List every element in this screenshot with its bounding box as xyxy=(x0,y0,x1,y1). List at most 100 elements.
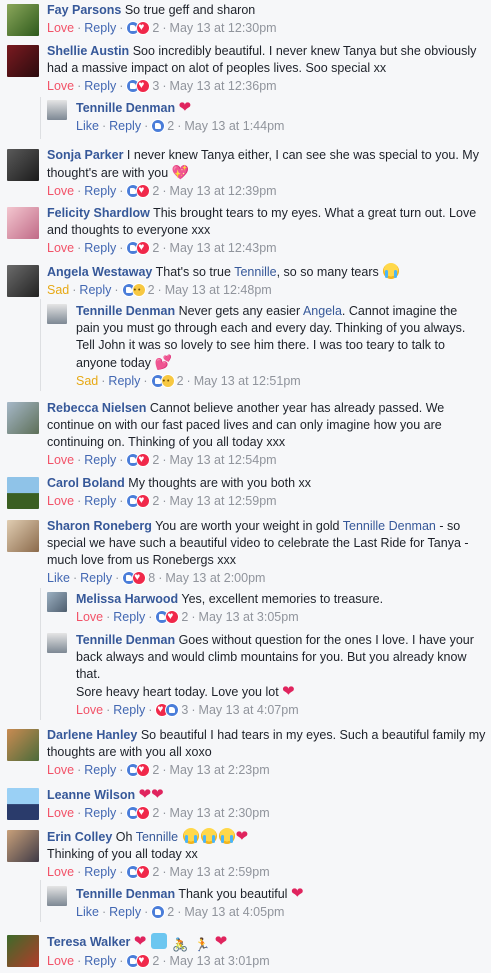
mention-link[interactable]: Angela xyxy=(303,304,342,318)
commenter-name[interactable]: Angela Westaway xyxy=(47,265,152,279)
reactions-icon[interactable] xyxy=(122,571,147,585)
reply-button[interactable]: Reply xyxy=(79,283,111,297)
timestamp[interactable]: May 13 at 12:30pm xyxy=(170,21,277,35)
timestamp[interactable]: May 13 at 1:44pm xyxy=(184,119,284,133)
reactions-icon[interactable] xyxy=(126,763,151,777)
mention-link[interactable]: Tennille xyxy=(136,830,178,844)
commenter-name[interactable]: Tennille Denman xyxy=(76,304,175,318)
avatar[interactable] xyxy=(47,592,67,612)
avatar[interactable] xyxy=(7,520,39,552)
reply-button[interactable]: Reply xyxy=(84,806,116,820)
reply-button[interactable]: Reply xyxy=(108,374,140,388)
reactions-icon[interactable] xyxy=(150,373,175,390)
timestamp[interactable]: May 13 at 12:48pm xyxy=(165,283,272,297)
avatar[interactable] xyxy=(7,149,39,181)
avatar[interactable] xyxy=(7,477,39,509)
reactions-icon[interactable] xyxy=(151,905,166,919)
react-button[interactable]: Like xyxy=(47,571,70,585)
react-button[interactable]: Love xyxy=(47,241,74,255)
commenter-name[interactable]: Teresa Walker xyxy=(47,935,130,949)
reactions-icon[interactable] xyxy=(126,494,151,508)
reply-button[interactable]: Reply xyxy=(80,571,112,585)
reply-button[interactable]: Reply xyxy=(84,21,116,35)
react-button[interactable]: Love xyxy=(47,763,74,777)
reactions-icon[interactable] xyxy=(126,184,151,198)
reactions-icon[interactable] xyxy=(155,610,180,624)
reactions-icon[interactable] xyxy=(151,119,166,133)
react-button[interactable]: Like xyxy=(76,905,99,919)
react-button[interactable]: Love xyxy=(47,453,74,467)
reactions-icon[interactable] xyxy=(126,21,151,35)
commenter-name[interactable]: Erin Colley xyxy=(47,830,112,844)
avatar[interactable] xyxy=(7,207,39,239)
reaction-count[interactable]: 2 xyxy=(177,374,184,388)
avatar[interactable] xyxy=(7,45,39,77)
reply-button[interactable]: Reply xyxy=(84,184,116,198)
reply-button[interactable]: Reply xyxy=(113,610,145,624)
reply-button[interactable]: Reply xyxy=(84,453,116,467)
avatar[interactable] xyxy=(7,402,39,434)
reactions-icon[interactable] xyxy=(126,79,151,93)
commenter-name[interactable]: Tennille Denman xyxy=(76,887,175,901)
timestamp[interactable]: May 13 at 2:00pm xyxy=(165,571,265,585)
timestamp[interactable]: May 13 at 2:30pm xyxy=(170,806,270,820)
timestamp[interactable]: May 13 at 2:23pm xyxy=(170,763,270,777)
avatar[interactable] xyxy=(7,788,39,820)
reactions-icon[interactable] xyxy=(126,954,151,968)
timestamp[interactable]: May 13 at 12:39pm xyxy=(170,184,277,198)
commenter-name[interactable]: Fay Parsons xyxy=(47,3,121,17)
timestamp[interactable]: May 13 at 2:59pm xyxy=(170,865,270,879)
react-button[interactable]: Sad xyxy=(76,374,98,388)
avatar[interactable] xyxy=(7,729,39,761)
reply-button[interactable]: Reply xyxy=(84,241,116,255)
commenter-name[interactable]: Sharon Roneberg xyxy=(47,519,152,533)
avatar[interactable] xyxy=(7,935,39,967)
commenter-name[interactable]: Felicity Shardlow xyxy=(47,206,150,220)
commenter-name[interactable]: Shellie Austin xyxy=(47,44,129,58)
reply-button[interactable]: Reply xyxy=(113,703,145,717)
timestamp[interactable]: May 13 at 3:01pm xyxy=(170,954,270,968)
avatar[interactable] xyxy=(47,633,67,653)
react-button[interactable]: Like xyxy=(76,119,99,133)
react-button[interactable]: Love xyxy=(76,610,103,624)
timestamp[interactable]: May 13 at 4:07pm xyxy=(199,703,299,717)
avatar[interactable] xyxy=(47,100,67,120)
react-button[interactable]: Love xyxy=(47,494,74,508)
avatar[interactable] xyxy=(7,4,39,36)
react-button[interactable]: Love xyxy=(47,806,74,820)
react-button[interactable]: Love xyxy=(47,954,74,968)
avatar[interactable] xyxy=(47,304,67,324)
reply-button[interactable]: Reply xyxy=(84,954,116,968)
mention-link[interactable]: Tennille Denman xyxy=(343,519,436,533)
commenter-name[interactable]: Carol Boland xyxy=(47,476,125,490)
reactions-icon[interactable] xyxy=(126,806,151,820)
avatar[interactable] xyxy=(7,265,39,297)
reactions-icon[interactable] xyxy=(121,282,146,299)
commenter-name[interactable]: Sonja Parker xyxy=(47,148,123,162)
react-button[interactable]: Love xyxy=(47,184,74,198)
commenter-name[interactable]: Tennille Denman xyxy=(76,101,175,115)
commenter-name[interactable]: Darlene Hanley xyxy=(47,728,137,742)
reactions-icon[interactable] xyxy=(126,453,151,467)
avatar[interactable] xyxy=(47,886,67,906)
reply-button[interactable]: Reply xyxy=(109,905,141,919)
timestamp[interactable]: May 13 at 12:36pm xyxy=(170,79,277,93)
react-button[interactable]: Love xyxy=(76,703,103,717)
react-button[interactable]: Love xyxy=(47,865,74,879)
react-button[interactable]: Love xyxy=(47,79,74,93)
commenter-name[interactable]: Leanne Wilson xyxy=(47,788,135,802)
avatar[interactable] xyxy=(7,830,39,862)
reply-button[interactable]: Reply xyxy=(109,119,141,133)
timestamp[interactable]: May 13 at 12:59pm xyxy=(170,494,277,508)
reactions-icon[interactable] xyxy=(126,241,151,255)
timestamp[interactable]: May 13 at 12:54pm xyxy=(170,453,277,467)
commenter-name[interactable]: Tennille Denman xyxy=(76,633,175,647)
reply-button[interactable]: Reply xyxy=(84,763,116,777)
react-button[interactable]: Sad xyxy=(47,283,69,297)
react-button[interactable]: Love xyxy=(47,21,74,35)
reply-button[interactable]: Reply xyxy=(84,79,116,93)
timestamp[interactable]: May 13 at 3:05pm xyxy=(199,610,299,624)
reply-button[interactable]: Reply xyxy=(84,865,116,879)
reactions-icon[interactable] xyxy=(155,703,180,717)
timestamp[interactable]: May 13 at 4:05pm xyxy=(184,905,284,919)
